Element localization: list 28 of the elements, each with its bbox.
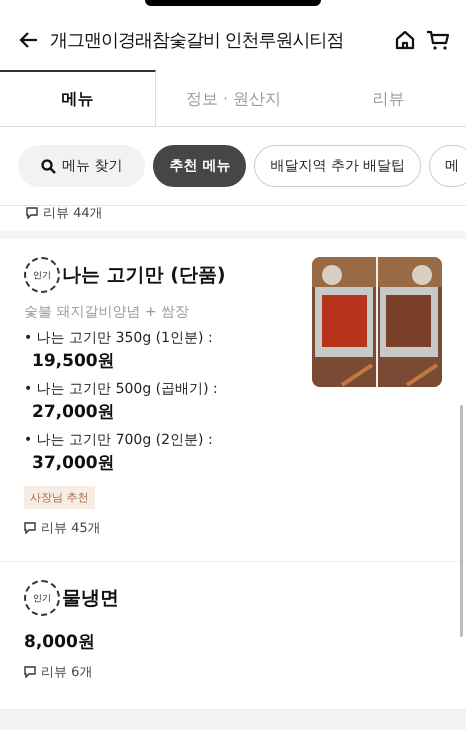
cart-icon[interactable] [426,29,450,51]
option-label: • 나는 고기만 350g (1인분) : [24,329,214,347]
home-icon[interactable] [394,29,416,51]
review-count: 리뷰 45개 [41,520,101,537]
comment-icon [24,522,36,534]
popular-badge: 인기 [24,257,60,293]
search-icon [41,158,56,174]
comment-icon [26,207,38,219]
menu-price: 8,000원 [24,631,96,653]
option-label: • 나는 고기만 700g (2인분) : [24,431,214,449]
owner-pick-tag: 사장님 추천 [24,486,94,509]
menu-name[interactable]: 물냉면 [62,585,119,611]
category-chip[interactable]: 배달지역 추가 배달팁 [254,145,422,187]
review-count: 리뷰 44개 [43,205,103,222]
menu-search-button[interactable]: 메뉴 찾기 [18,145,146,187]
option-price: 37,000원 [32,452,116,474]
menu-name[interactable]: 나는 고기만 (단품) [62,262,226,288]
popular-badge: 인기 [24,580,60,616]
option-label: • 나는 고기만 500g (곱배기) : [24,380,219,398]
category-chip[interactable]: 메 [429,145,466,187]
menu-description: 숯불 돼지갈비양념 + 쌈장 [24,303,190,321]
category-chip[interactable]: 추천 메뉴 [153,145,246,187]
option-price: 19,500원 [32,350,116,372]
tab[interactable]: 메뉴 [0,70,156,126]
option-price: 27,000원 [32,401,116,423]
review-count: 리뷰 6개 [41,664,92,681]
comment-icon [24,666,36,678]
store-title: 개그맨이경래참숯갈비 인천루원시티점 [50,29,345,52]
